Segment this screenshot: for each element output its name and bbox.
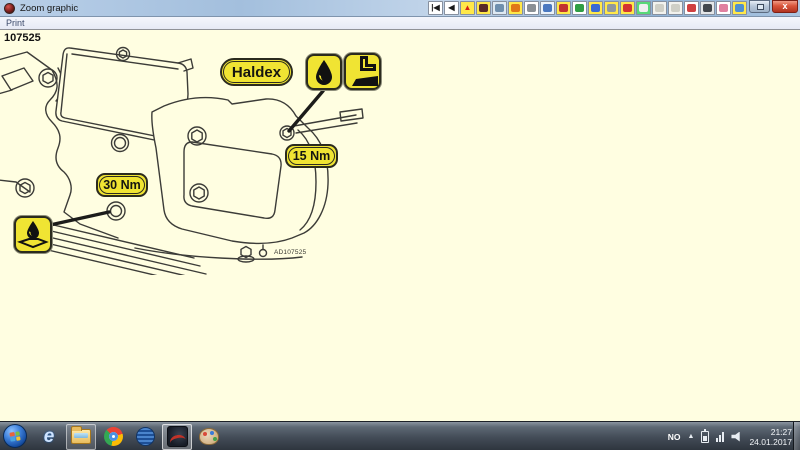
oil-channel-icon xyxy=(344,53,381,90)
titlebar: Zoom graphic |◀ ◀ ▲ x xyxy=(0,0,800,17)
chrome-icon xyxy=(103,427,123,446)
windows-logo-icon xyxy=(9,430,21,442)
tool-icon[interactable] xyxy=(604,1,619,15)
warning-icon[interactable]: ▲ xyxy=(460,1,475,15)
steering-icon[interactable] xyxy=(700,1,715,15)
clock[interactable]: 21:27 24.01.2017 xyxy=(749,427,792,447)
show-desktop-button[interactable] xyxy=(793,422,800,450)
graphic-icon[interactable] xyxy=(476,1,491,15)
graphic-canvas: 107525 Haldex 15 Nm 30 Nm AD107525 xyxy=(0,30,800,421)
menubar: Print xyxy=(0,17,800,30)
system-tray: NO ▲ 21:27 24.01.2017 xyxy=(668,422,792,450)
vehicle-blue-icon[interactable] xyxy=(732,1,747,15)
lift-icon[interactable] xyxy=(572,1,587,15)
taskbar-explorer-button[interactable] xyxy=(66,423,96,450)
haldex-label-text: Haldex xyxy=(231,63,282,81)
hidden-icons-button[interactable]: ▲ xyxy=(688,433,695,440)
airbag-icon[interactable] xyxy=(716,1,731,15)
folder-icon xyxy=(71,426,91,444)
seat-icon[interactable] xyxy=(684,1,699,15)
disabled-icon-2[interactable] xyxy=(668,1,683,15)
screen: Zoom graphic |◀ ◀ ▲ x Print 107525 Halde… xyxy=(0,0,800,450)
taskbar-globe-button[interactable] xyxy=(130,424,160,450)
torque-30-text: 30 Nm xyxy=(103,178,141,192)
nav-back-icon[interactable]: ◀ xyxy=(444,1,459,15)
taskbar: e NO ▲ 21:27 24.01.2017 xyxy=(0,421,800,450)
torque-15-text: 15 Nm xyxy=(292,149,331,163)
tools-icon[interactable] xyxy=(492,1,507,15)
restore-icon xyxy=(757,4,764,10)
oil-fill-icon xyxy=(14,216,52,253)
vida-app-icon xyxy=(166,426,188,447)
volume-icon[interactable] xyxy=(731,431,740,442)
restore-button[interactable] xyxy=(749,0,770,13)
torque-label-15nm: 15 Nm xyxy=(285,144,338,168)
haldex-label: Haldex xyxy=(220,58,293,86)
clock-time: 21:27 xyxy=(770,426,792,437)
taskbar-icons: e xyxy=(34,423,226,450)
taskbar-chrome-button[interactable] xyxy=(98,424,128,450)
timer-icon[interactable] xyxy=(508,1,523,15)
language-indicator[interactable]: NO xyxy=(668,432,681,442)
globe-icon xyxy=(135,427,155,446)
wiring-icon[interactable] xyxy=(556,1,571,15)
haldex-unit xyxy=(151,96,364,263)
vehicle-red-icon[interactable] xyxy=(620,1,635,15)
paint-icon xyxy=(199,428,219,445)
printer-icon[interactable] xyxy=(636,1,651,15)
machine-icon[interactable] xyxy=(588,1,603,15)
start-button[interactable] xyxy=(3,424,27,448)
taskbar-paint-button[interactable] xyxy=(194,424,224,450)
torque-label-30nm: 30 Nm xyxy=(96,173,148,197)
window-title: Zoom graphic xyxy=(20,2,79,14)
close-button[interactable]: x xyxy=(772,0,798,13)
network-icon[interactable] xyxy=(716,431,725,442)
toolbar: |◀ ◀ ▲ xyxy=(428,1,747,16)
diagnostics-icon[interactable] xyxy=(540,1,555,15)
oil-drop-icon xyxy=(306,54,342,90)
app-icon xyxy=(4,2,15,14)
battery-icon[interactable] xyxy=(701,428,710,443)
window-controls: x xyxy=(749,0,798,13)
ie-icon: e xyxy=(43,426,55,447)
nav-first-icon[interactable]: |◀ xyxy=(428,1,443,15)
drawing-reference: AD107525 xyxy=(274,249,307,256)
disabled-icon-1[interactable] xyxy=(652,1,667,15)
tire-icon[interactable] xyxy=(524,1,539,15)
clock-date: 24.01.2017 xyxy=(749,436,792,447)
menu-print[interactable]: Print xyxy=(0,18,31,28)
taskbar-active-app-button[interactable] xyxy=(162,423,192,450)
taskbar-ie-button[interactable]: e xyxy=(34,424,64,450)
